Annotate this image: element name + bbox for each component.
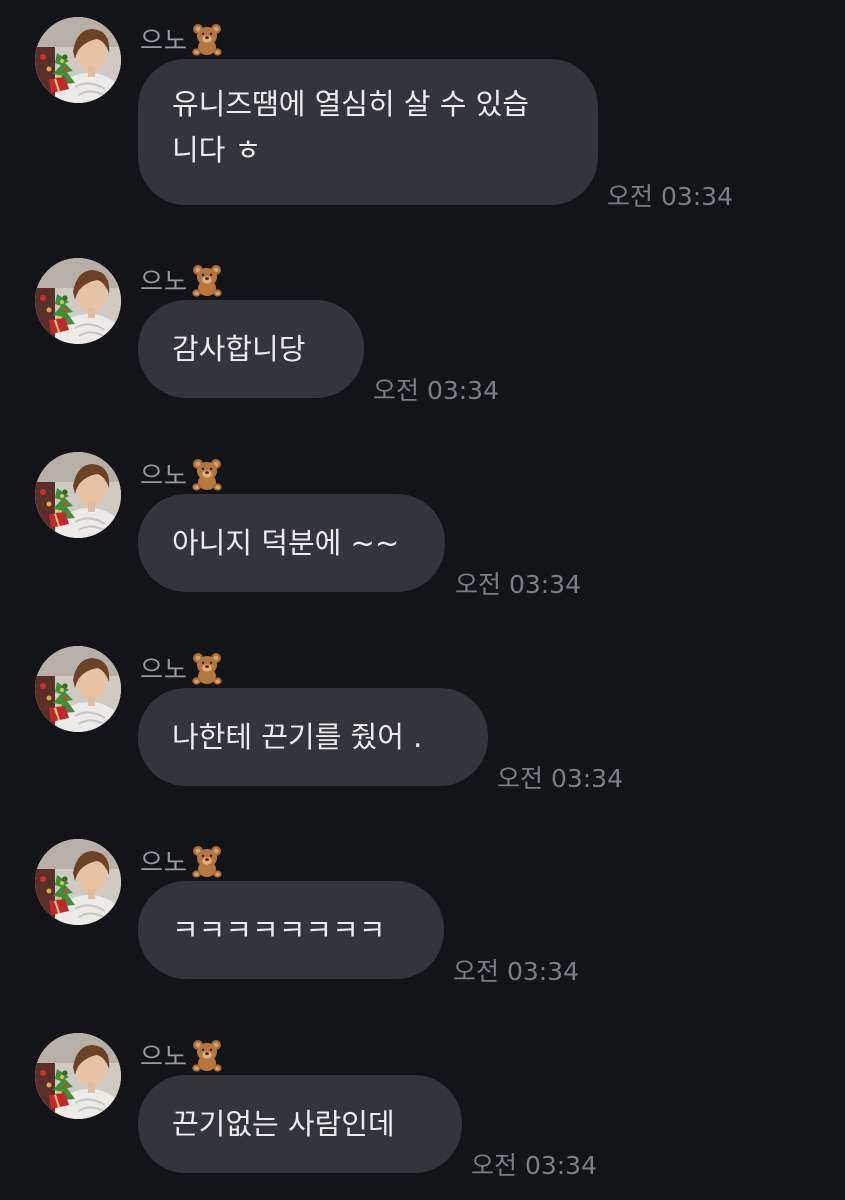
message-text: 나한테 끈기를 줬어 .: [172, 720, 423, 754]
avatar[interactable]: [35, 17, 121, 103]
message-timestamp: 오전 03:34: [455, 570, 581, 599]
message-timestamp: 오전 03:34: [471, 1151, 597, 1180]
message-text-line: 니다 ㅎ: [172, 133, 262, 167]
message-timestamp: 오전 03:34: [453, 957, 579, 986]
message-timestamp: 오전 03:34: [373, 376, 499, 405]
teddy-bear-icon: [189, 650, 225, 686]
message-text: 아니지 덕분에 ~~: [172, 526, 400, 560]
sender-name: 으노: [140, 26, 189, 55]
message-text: 끈기없는 사람인데: [172, 1107, 395, 1141]
sender-label: 으노: [140, 260, 225, 300]
teddy-bear-icon: [189, 456, 225, 492]
message-bubble[interactable]: ㅋㅋㅋㅋㅋㅋㅋㅋ: [138, 881, 444, 979]
avatar[interactable]: [35, 258, 121, 344]
sender-label: 으노: [140, 841, 225, 881]
message-text: 감사합니당: [172, 332, 306, 366]
avatar[interactable]: [35, 839, 121, 925]
avatar[interactable]: [35, 452, 121, 538]
message-bubble[interactable]: 감사합니당: [138, 300, 364, 398]
sender-name: 으노: [140, 655, 189, 684]
message-bubble[interactable]: 유니즈땜에 열심히 살 수 있습 니다 ㅎ: [138, 59, 598, 205]
sender-label: 으노: [140, 1035, 225, 1075]
sender-label: 으노: [140, 648, 225, 688]
message-timestamp: 오전 03:34: [607, 182, 733, 211]
sender-name: 으노: [140, 461, 189, 490]
message-bubble[interactable]: 아니지 덕분에 ~~: [138, 494, 445, 592]
chat-thread: 으노 유니즈땜에 열심히 살 수 있습 니다 ㅎ 오전 03:34 으노 감사합…: [0, 0, 845, 1200]
message-text-line: 유니즈땜에 열심히 살 수 있습: [172, 87, 530, 121]
sender-name: 으노: [140, 1042, 189, 1071]
sender-name: 으노: [140, 267, 189, 296]
message-timestamp: 오전 03:34: [497, 764, 623, 793]
message-text: ㅋㅋㅋㅋㅋㅋㅋㅋ: [172, 913, 386, 947]
teddy-bear-icon: [189, 262, 225, 298]
teddy-bear-icon: [189, 843, 225, 879]
sender-label: 으노: [140, 454, 225, 494]
teddy-bear-icon: [189, 21, 225, 57]
sender-label: 으노: [140, 19, 225, 59]
message-bubble[interactable]: 끈기없는 사람인데: [138, 1075, 462, 1173]
sender-name: 으노: [140, 848, 189, 877]
avatar[interactable]: [35, 1033, 121, 1119]
avatar[interactable]: [35, 646, 121, 732]
message-bubble[interactable]: 나한테 끈기를 줬어 .: [138, 688, 488, 786]
teddy-bear-icon: [189, 1037, 225, 1073]
